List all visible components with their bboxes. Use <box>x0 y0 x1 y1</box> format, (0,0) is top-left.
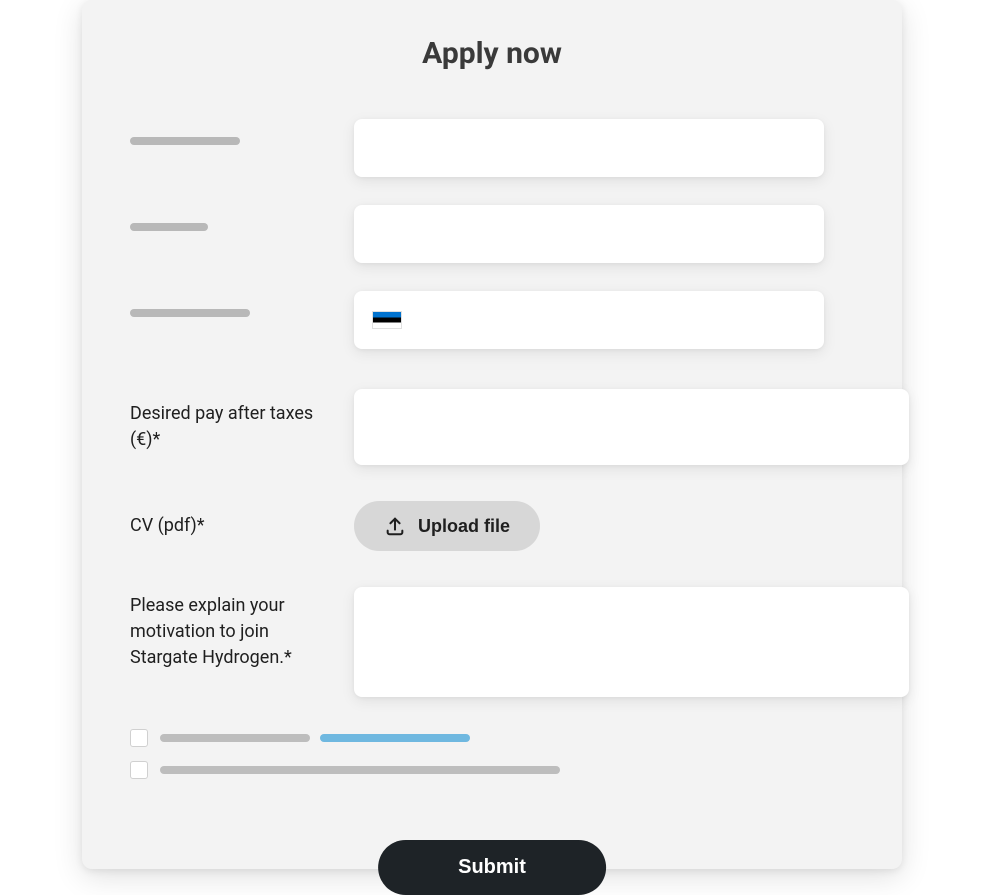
submit-button[interactable]: Submit <box>378 840 606 895</box>
skeleton-label <box>130 223 208 231</box>
form-input-col-1 <box>354 119 824 177</box>
phone-input[interactable] <box>354 291 824 349</box>
text-input-1[interactable] <box>354 119 824 177</box>
checkbox-2-text <box>160 766 560 774</box>
phone-text-input[interactable] <box>414 311 806 329</box>
form-row-cv: CV (pdf)* Upload file <box>130 501 854 551</box>
checkbox-1-text <box>160 734 470 742</box>
motivation-label: Please explain your motivation to join S… <box>130 595 292 668</box>
checkbox-1[interactable] <box>130 729 148 747</box>
form-label-motivation: Please explain your motivation to join S… <box>130 587 330 671</box>
motivation-textarea[interactable] <box>354 587 909 697</box>
checkbox-row-2 <box>130 761 854 779</box>
skeleton-label <box>130 309 250 317</box>
apply-form-card: Apply now Desired pay aft <box>82 0 902 869</box>
form-label-2 <box>130 205 330 231</box>
skeleton-text <box>160 766 560 774</box>
form-label-cv: CV (pdf)* <box>130 513 330 539</box>
form-label-desired-pay: Desired pay after taxes (€)* <box>130 389 330 453</box>
form-row-1 <box>130 119 854 177</box>
estonia-flag-icon[interactable] <box>372 311 402 329</box>
checkboxes-section <box>130 729 854 779</box>
desired-pay-label: Desired pay after taxes (€)* <box>130 403 313 450</box>
form-input-col-2 <box>354 205 824 263</box>
skeleton-label <box>130 137 240 145</box>
cv-label: CV (pdf)* <box>130 515 205 536</box>
skeleton-link[interactable] <box>320 734 470 742</box>
skeleton-text <box>160 734 310 742</box>
form-input-col-cv: Upload file <box>354 501 854 551</box>
form-input-col-motivation <box>354 587 909 701</box>
desired-pay-input[interactable] <box>354 389 909 465</box>
form-label-phone <box>130 291 330 317</box>
form-label-1 <box>130 119 330 145</box>
form-row-motivation: Please explain your motivation to join S… <box>130 587 854 701</box>
form-row-phone <box>130 291 854 349</box>
upload-icon <box>384 515 406 537</box>
checkbox-row-1 <box>130 729 854 747</box>
form-input-col-phone <box>354 291 824 349</box>
upload-file-button[interactable]: Upload file <box>354 501 540 551</box>
text-input-2[interactable] <box>354 205 824 263</box>
form-row-desired-pay: Desired pay after taxes (€)* <box>130 389 854 465</box>
form-row-2 <box>130 205 854 263</box>
form-title: Apply now <box>130 36 854 71</box>
checkbox-2[interactable] <box>130 761 148 779</box>
upload-button-label: Upload file <box>418 516 510 537</box>
form-input-col-desired-pay <box>354 389 909 465</box>
